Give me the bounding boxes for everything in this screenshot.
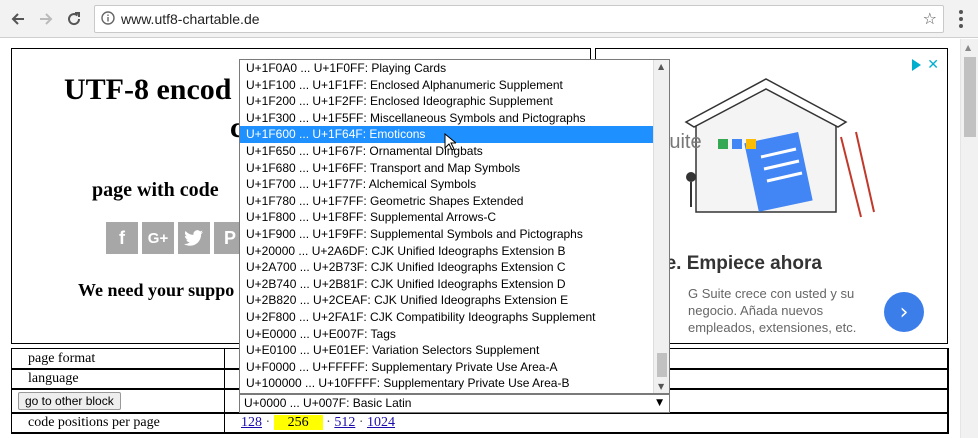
adchoices-icon[interactable]: [912, 59, 922, 71]
dropdown-option[interactable]: U+1F900 ... U+1F9FF: Supplemental Symbol…: [240, 226, 654, 243]
page-title: UTF-8 encod: [64, 73, 232, 106]
browser-toolbar: www.utf8-chartable.de ☆: [0, 0, 978, 38]
kebab-menu-icon[interactable]: [954, 8, 968, 30]
google-plus-icon[interactable]: G+: [142, 222, 174, 254]
dropdown-option[interactable]: U+1F300 ... U+1F5FF: Miscellaneous Symbo…: [240, 110, 654, 127]
url-text[interactable]: www.utf8-chartable.de: [121, 11, 260, 27]
block-select[interactable]: U+0000 ... U+007F: Basic Latin ▼: [239, 394, 670, 413]
page-scrollbar[interactable]: ▲: [960, 39, 978, 438]
dropdown-option[interactable]: U+1F780 ... U+1F7FF: Geometric Shapes Ex…: [240, 193, 654, 210]
page-format-label: page format: [11, 348, 225, 369]
dropdown-option[interactable]: U+1F800 ... U+1F8FF: Supplemental Arrows…: [240, 209, 654, 226]
dropdown-option[interactable]: U+E0000 ... U+E007F: Tags: [240, 326, 654, 343]
dropdown-option[interactable]: U+E0100 ... U+E01EF: Variation Selectors…: [240, 342, 654, 359]
dropdown-caret-icon[interactable]: ▼: [656, 395, 663, 412]
dropdown-option[interactable]: U+2F800 ... U+2FA1F: CJK Compatibility I…: [240, 309, 654, 326]
forward-arrow-icon[interactable]: [34, 7, 58, 31]
twitter-icon[interactable]: [178, 222, 210, 254]
social-buttons: f G+ P: [106, 222, 246, 254]
ad-choices[interactable]: ✕: [912, 57, 939, 73]
support-text: We need your suppo: [78, 280, 235, 300]
reload-icon[interactable]: [62, 7, 86, 31]
per-page-128-link[interactable]: 128: [241, 415, 262, 430]
mouse-pointer-icon: [444, 133, 456, 151]
chevron-right-icon[interactable]: ›: [884, 292, 924, 332]
star-icon[interactable]: ☆: [923, 9, 937, 28]
dropdown-option[interactable]: U+2A700 ... U+2B73F: CJK Unified Ideogra…: [240, 259, 654, 276]
dropdown-scrollbar[interactable]: ▲ ▼: [653, 60, 669, 393]
facebook-icon[interactable]: f: [106, 222, 138, 254]
scrollbar-thumb[interactable]: [964, 57, 976, 137]
dropdown-option[interactable]: U+1F700 ... U+1F77F: Alchemical Symbols: [240, 176, 654, 193]
dropdown-option[interactable]: U+20000 ... U+2A6DF: CJK Unified Ideogra…: [240, 243, 654, 260]
block-select-value: U+0000 ... U+007F: Basic Latin: [244, 396, 412, 410]
dropdown-option[interactable]: U+1F100 ... U+1F1FF: Enclosed Alphanumer…: [240, 77, 654, 94]
info-icon[interactable]: [101, 11, 115, 30]
address-bar[interactable]: www.utf8-chartable.de ☆: [94, 5, 944, 33]
per-page-512-link[interactable]: 512: [334, 415, 355, 430]
dropdown-option[interactable]: U+1F680 ... U+1F6FF: Transport and Map S…: [240, 160, 654, 177]
scroll-down-icon[interactable]: ▼: [658, 382, 664, 391]
per-page-256-current: 256: [273, 414, 323, 430]
ad-body: G Suite crece con usted y su negocio. Añ…: [688, 286, 857, 335]
dropdown-option[interactable]: U+F0000 ... U+FFFFF: Supplementary Priva…: [240, 359, 654, 376]
page-subtitle: page with code: [92, 179, 219, 201]
code-positions-label: code positions per page: [11, 412, 225, 433]
dropdown-option[interactable]: U+100000 ... U+10FFFF: Supplementary Pri…: [240, 375, 654, 392]
go-to-other-block-button[interactable]: go to other block: [18, 391, 121, 410]
dropdown-option[interactable]: U+1F200 ... U+1F2FF: Enclosed Ideographi…: [240, 93, 654, 110]
block-dropdown-list[interactable]: U+1F0A0 ... U+1F0FF: Playing Cards U+1F10…: [239, 59, 670, 394]
dropdown-option[interactable]: U+2B820 ... U+2CEAF: CJK Unified Ideogra…: [240, 292, 654, 309]
ad-headline[interactable]: ite. Empiece ahora: [654, 253, 822, 275]
dropdown-scrollbar-thumb[interactable]: [657, 353, 667, 377]
per-page-1024-link[interactable]: 1024: [367, 415, 395, 430]
language-label: language: [11, 368, 225, 389]
table-row: code positions per page 128 · 256 · 512 …: [10, 411, 949, 434]
scroll-up-icon[interactable]: ▲: [658, 62, 664, 71]
dropdown-option[interactable]: U+1F0A0 ... U+1F0FF: Playing Cards: [240, 60, 654, 77]
close-icon[interactable]: ✕: [927, 57, 939, 73]
back-arrow-icon[interactable]: [6, 7, 30, 31]
scroll-up-icon[interactable]: ▲: [965, 43, 971, 52]
dropdown-option[interactable]: U+2B740 ... U+2B81F: CJK Unified Ideogra…: [240, 276, 654, 293]
per-page-links: 128 · 256 · 512 · 1024: [224, 412, 948, 433]
